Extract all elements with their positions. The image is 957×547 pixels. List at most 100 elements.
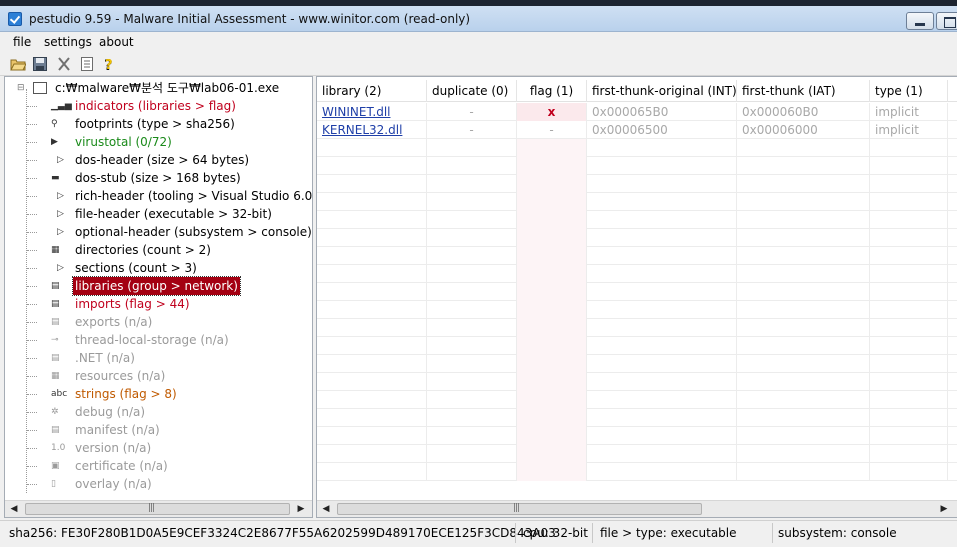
tree-item[interactable]: ▤ libraries (group > network) xyxy=(5,276,312,296)
tree-item[interactable]: ▤ manifest (n/a) xyxy=(5,421,312,439)
column-header-duplicate[interactable]: duplicate (0) xyxy=(427,80,517,102)
tree-item-label: dos-header (size > 64 bytes) xyxy=(75,153,250,167)
scroll-right-arrow-icon[interactable]: ▶ xyxy=(937,503,951,516)
tree-item-label: certificate (n/a) xyxy=(75,459,168,473)
empty-cell xyxy=(587,283,737,301)
version-icon: 1.0 xyxy=(51,443,66,453)
maximize-button[interactable] xyxy=(936,12,957,30)
empty-cell xyxy=(737,319,870,337)
column-header-first-thunk[interactable]: first-thunk (IAT) xyxy=(737,80,870,102)
tree-item-label: rich-header (tooling > Visual Studio 6.0… xyxy=(75,189,313,203)
scroll-thumb[interactable]: ||| xyxy=(337,503,702,515)
tree-item[interactable]: ▶ virustotal (0/72) xyxy=(5,133,312,151)
tree-item[interactable]: ✲ debug (n/a) xyxy=(5,403,312,421)
tree-item[interactable]: ▦ directories (count > 2) xyxy=(5,241,312,259)
menu-file[interactable]: file xyxy=(13,35,31,49)
tree-item-label: dos-stub (size > 168 bytes) xyxy=(75,171,241,185)
svg-text:?: ? xyxy=(105,58,113,72)
empty-cell xyxy=(870,337,948,355)
list-icon[interactable] xyxy=(79,56,95,72)
tree-item[interactable]: ▣ certificate (n/a) xyxy=(5,457,312,475)
minimize-button[interactable] xyxy=(906,12,934,30)
empty-cell xyxy=(517,391,587,409)
column-header-type[interactable]: type (1) xyxy=(870,80,948,102)
tree-item[interactable]: ▬ dos-stub (size > 168 bytes) xyxy=(5,169,312,187)
cell-type: implicit xyxy=(870,121,948,139)
tree-item[interactable]: ▯ overlay (n/a) xyxy=(5,475,312,493)
tree-item[interactable]: ▷ file-header (executable > 32-bit) xyxy=(5,205,312,223)
menu-about[interactable]: about xyxy=(99,35,134,49)
table-horizontal-scrollbar[interactable]: ◀ ||| ▶ xyxy=(317,500,957,517)
empty-cell xyxy=(587,427,737,445)
cell-library[interactable]: KERNEL32.dll xyxy=(317,121,427,139)
tree-pane: ⊟ c:₩malware₩분석 도구₩lab06-01.exe ▁▃▅ indic… xyxy=(4,76,313,518)
tree-item[interactable]: ▦ resources (n/a) xyxy=(5,367,312,385)
directories-icon: ▦ xyxy=(51,245,60,255)
menu-settings[interactable]: settings xyxy=(44,35,92,49)
tree-item-label: imports (flag > 44) xyxy=(75,297,190,311)
tree-item[interactable]: ▷ rich-header (tooling > Visual Studio 6.… xyxy=(5,187,313,205)
empty-cell xyxy=(737,301,870,319)
column-header-first-thunk-original[interactable]: first-thunk-original (INT) xyxy=(587,80,737,102)
empty-cell xyxy=(317,283,427,301)
empty-cell xyxy=(427,319,517,337)
tree-item[interactable]: ▤ exports (n/a) xyxy=(5,313,312,331)
empty-cell xyxy=(737,427,870,445)
cell-first-thunk-original: 0x000065B0 xyxy=(587,103,737,121)
column-header-flag[interactable]: flag (1) xyxy=(517,80,587,102)
cell-library[interactable]: WININET.dll xyxy=(317,103,427,121)
tree-item[interactable]: ⚲ footprints (type > sha256) xyxy=(5,115,312,133)
indicators-icon: ▁▃▅ xyxy=(51,101,72,111)
open-folder-icon[interactable] xyxy=(10,56,26,72)
empty-cell xyxy=(517,337,587,355)
tree-item[interactable]: ▷ dos-header (size > 64 bytes) xyxy=(5,151,312,169)
tree-horizontal-scrollbar[interactable]: ◀ ||| ▶ xyxy=(5,500,312,517)
empty-cell xyxy=(870,391,948,409)
tree-item[interactable]: ▤ imports (flag > 44) xyxy=(5,295,312,313)
save-icon[interactable] xyxy=(32,56,48,72)
tree-item[interactable]: ▷ sections (count > 3) xyxy=(5,259,312,277)
tree-item-label: virustotal (0/72) xyxy=(75,135,172,149)
tree-item-label: overlay (n/a) xyxy=(75,477,152,491)
scroll-right-arrow-icon[interactable]: ▶ xyxy=(294,503,308,516)
column-header-library[interactable]: library (2) xyxy=(317,80,427,102)
empty-cell xyxy=(870,409,948,427)
empty-cell xyxy=(587,319,737,337)
empty-cell xyxy=(737,193,870,211)
tree-item[interactable]: abc strings (flag > 8) xyxy=(5,385,312,403)
libraries-table-pane: library (2) duplicate (0) flag (1) first… xyxy=(316,76,957,518)
empty-cell xyxy=(587,409,737,427)
scroll-left-arrow-icon[interactable]: ◀ xyxy=(319,503,333,516)
tree-item[interactable]: ⊸ thread-local-storage (n/a) xyxy=(5,331,312,349)
empty-table-row xyxy=(317,319,957,337)
help-icon[interactable]: ?? xyxy=(101,56,117,72)
dotnet-icon: ▤ xyxy=(51,353,60,363)
table-row[interactable]: KERNEL32.dll - -0x00006500 0x00006000 implic… xyxy=(317,121,957,139)
cell-duplicate: - xyxy=(427,103,517,121)
empty-cell xyxy=(737,373,870,391)
collapse-icon[interactable]: ⊟ xyxy=(17,79,25,97)
empty-cell xyxy=(317,175,427,193)
overlay-icon: ▯ xyxy=(51,479,56,489)
empty-cell xyxy=(737,283,870,301)
empty-table-row xyxy=(317,355,957,373)
scroll-left-arrow-icon[interactable]: ◀ xyxy=(7,503,21,516)
tree-item[interactable]: ▷ optional-header (subsystem > console) xyxy=(5,223,312,241)
empty-cell xyxy=(737,139,870,157)
tree-root[interactable]: ⊟ c:₩malware₩분석 도구₩lab06-01.exe xyxy=(15,79,312,97)
cell-flag: x xyxy=(517,103,587,121)
scroll-thumb[interactable]: ||| xyxy=(25,503,290,515)
tree-item-label: version (n/a) xyxy=(75,441,152,455)
dos-stub-icon: ▬ xyxy=(51,173,60,183)
tree-item[interactable]: ▤ .NET (n/a) xyxy=(5,349,312,367)
empty-cell xyxy=(427,373,517,391)
virustotal-icon: ▶ xyxy=(51,137,58,147)
cut-icon[interactable] xyxy=(56,56,72,72)
empty-cell xyxy=(870,463,948,481)
table-row[interactable]: WININET.dll - x 0x000065B0 0x000060B0 implici… xyxy=(317,103,957,121)
tree-item[interactable]: 1.0 version (n/a) xyxy=(5,439,312,457)
tree-item[interactable]: ▁▃▅ indicators (libraries > flag) xyxy=(5,97,312,115)
empty-cell xyxy=(517,211,587,229)
empty-cell xyxy=(427,265,517,283)
empty-table-row xyxy=(317,427,957,445)
